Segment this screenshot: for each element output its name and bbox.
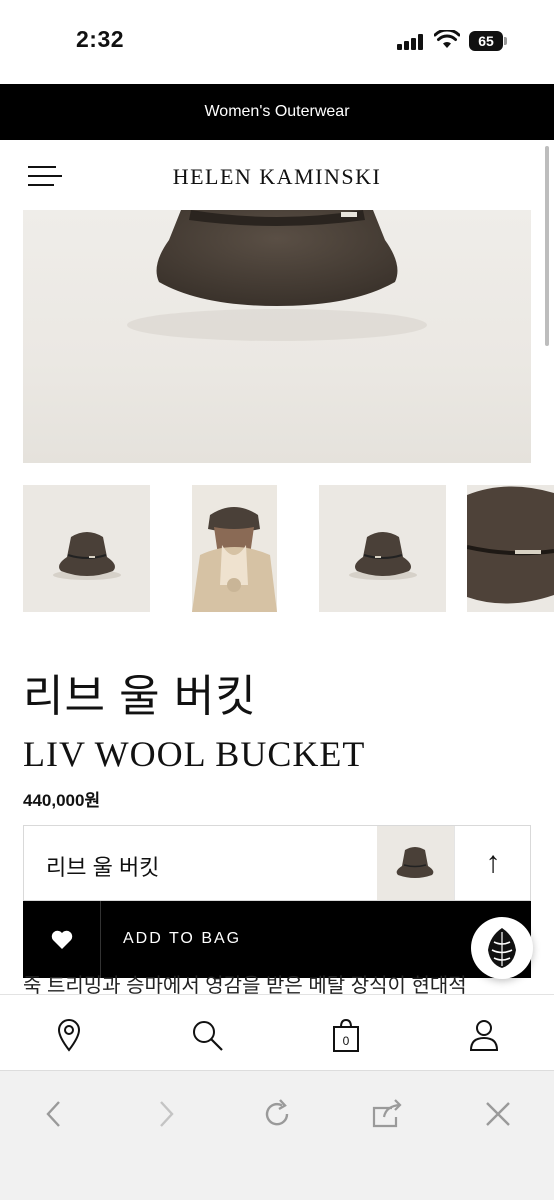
product-title-korean: 리브 울 버킷 <box>23 672 257 721</box>
wishlist-button[interactable] <box>23 901 101 978</box>
product-description-peek: 죽 트리밍과 승마에서 영감을 받은 메탈 장식이 현대적 <box>23 975 467 994</box>
cellular-signal-icon <box>397 34 425 50</box>
battery-icon: 65 <box>469 31 507 51</box>
reload-icon[interactable] <box>260 1097 294 1131</box>
product-main-image[interactable] <box>23 210 531 463</box>
artichoke-logo-icon <box>488 928 516 968</box>
heart-icon <box>51 930 72 949</box>
model-thumbnail-image <box>192 485 277 612</box>
search-icon[interactable] <box>189 1017 225 1053</box>
battery-level: 65 <box>469 31 503 51</box>
account-icon[interactable] <box>466 1017 502 1053</box>
shopping-bag-icon[interactable]: 0 <box>328 1017 364 1053</box>
scroll-to-top-button[interactable]: ↑ <box>454 826 531 900</box>
chat-assistant-button[interactable] <box>471 917 533 979</box>
brand-logo[interactable]: HELEN KAMINSKI <box>0 164 554 190</box>
add-to-bag-bar: ADD TO BAG <box>23 901 531 978</box>
share-icon[interactable] <box>370 1097 404 1131</box>
browser-toolbar <box>0 1070 554 1200</box>
thumbnail-2[interactable] <box>192 485 277 612</box>
sticky-product-name: 리브 울 버킷 <box>46 855 160 880</box>
hat-image <box>127 210 427 341</box>
wifi-icon <box>434 30 460 48</box>
thumbnail-3[interactable] <box>319 485 446 612</box>
hat-closeup-thumbnail-image <box>467 485 554 612</box>
bottom-navigation: 0 <box>0 994 554 1070</box>
hat-thumbnail-image <box>23 485 150 612</box>
status-bar: 2:32 65 <box>0 0 554 84</box>
thumbnail-4[interactable] <box>467 485 554 612</box>
sticky-product-thumbnail <box>377 826 454 900</box>
arrow-up-icon: ↑ <box>485 846 501 879</box>
location-pin-icon[interactable] <box>51 1017 87 1053</box>
product-title-english: LIV WOOL BUCKET <box>23 734 366 774</box>
promo-text: Women's Outerwear <box>204 103 350 120</box>
close-icon[interactable] <box>481 1097 515 1131</box>
scrollbar[interactable] <box>545 146 549 346</box>
status-time: 2:32 <box>76 26 125 52</box>
hat-mini-image <box>377 826 454 900</box>
hat-thumbnail-image <box>319 485 446 612</box>
forward-icon[interactable] <box>148 1097 182 1131</box>
sticky-product-bar: 리브 울 버킷 ↑ <box>23 825 531 901</box>
back-icon[interactable] <box>38 1097 72 1131</box>
add-to-bag-button[interactable]: ADD TO BAG <box>123 930 241 948</box>
promo-banner[interactable]: Women's Outerwear <box>0 84 554 140</box>
svg-text:0: 0 <box>343 1034 350 1048</box>
product-price: 440,000원 <box>23 791 101 810</box>
site-header: HELEN KAMINSKI <box>0 140 554 210</box>
thumbnail-1[interactable] <box>23 485 150 612</box>
